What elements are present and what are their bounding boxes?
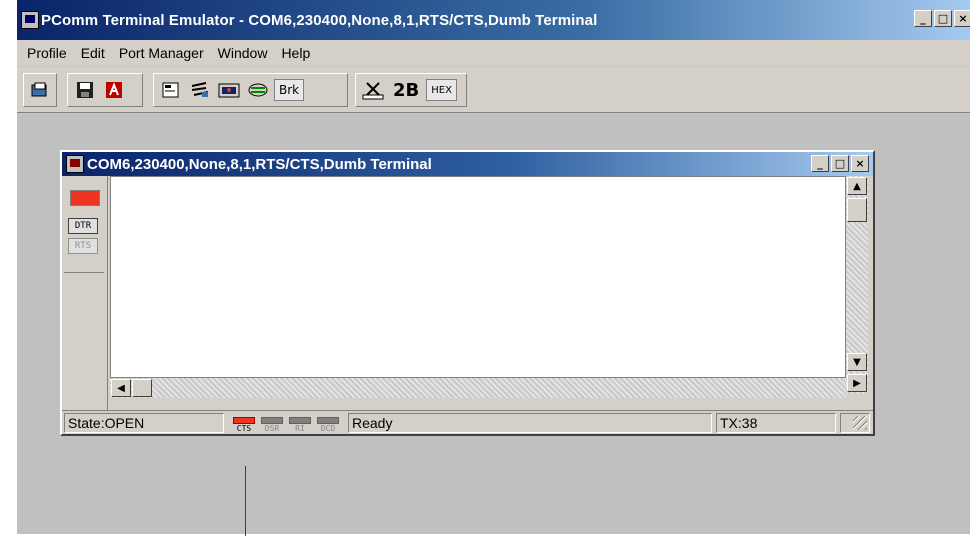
connection-led xyxy=(70,190,100,206)
exit-icon[interactable] xyxy=(101,77,127,103)
minimize-button[interactable]: _ xyxy=(914,10,932,27)
session-window-controls: _ □ × xyxy=(811,155,869,172)
transfer-icon[interactable] xyxy=(187,77,213,103)
session-minimize-button[interactable]: _ xyxy=(811,155,829,172)
capture-icon[interactable] xyxy=(216,77,242,103)
close-button[interactable]: × xyxy=(954,10,970,27)
horizontal-scrollbar[interactable]: ◀ xyxy=(110,378,846,398)
toolbar-group-4: 2B HEX xyxy=(355,73,467,107)
vertical-scroll-thumb[interactable] xyxy=(847,198,867,222)
app-titlebar[interactable]: PComm Terminal Emulator - COM6,230400,No… xyxy=(17,0,970,40)
menu-profile[interactable]: Profile xyxy=(27,45,67,61)
toolbar: Brk 2B HEX xyxy=(17,67,970,113)
app-window-controls: _ □ × xyxy=(914,10,970,27)
pcomm-app-window: PComm Terminal Emulator - COM6,230400,No… xyxy=(15,0,970,536)
menu-help[interactable]: Help xyxy=(281,45,310,61)
status-bar: State:OPEN CTS DSR RI DCD Ready TX:38 xyxy=(62,410,873,434)
menu-bar: Profile Edit Port Manager Window Help xyxy=(17,40,970,66)
hex-button[interactable]: HEX xyxy=(426,79,457,101)
maximize-button[interactable]: □ xyxy=(934,10,952,27)
ruler-icon[interactable] xyxy=(360,77,386,103)
break-button[interactable]: Brk xyxy=(274,79,305,101)
dcd-lamp: DCD xyxy=(316,417,340,435)
scroll-right-button[interactable]: ▶ xyxy=(847,374,867,392)
signal-panel: DTR RTS xyxy=(62,176,108,410)
toolbar-group-3: Brk xyxy=(153,73,348,107)
menu-window[interactable]: Window xyxy=(218,45,268,61)
divider-line xyxy=(245,466,246,536)
vertical-scrollbar[interactable]: ▲ ▼ ▶ xyxy=(846,176,868,394)
menu-port-manager[interactable]: Port Manager xyxy=(119,45,204,61)
macro-icon[interactable] xyxy=(245,77,271,103)
signal-panel-divider xyxy=(64,272,104,273)
ri-lamp: RI xyxy=(288,417,312,435)
app-title: PComm Terminal Emulator - COM6,230400,No… xyxy=(41,11,598,29)
cts-lamp: CTS xyxy=(232,417,256,435)
rts-toggle[interactable]: RTS xyxy=(68,238,98,254)
terminal-area[interactable] xyxy=(110,176,846,378)
tx-counter: TX:38 xyxy=(716,413,836,433)
two-byte-button[interactable]: 2B xyxy=(389,77,423,103)
open-icon[interactable] xyxy=(28,77,52,103)
dsr-lamp: DSR xyxy=(260,417,284,435)
toolbar-group-1 xyxy=(23,73,57,107)
cts-label: CTS xyxy=(236,424,252,433)
menu-edit[interactable]: Edit xyxy=(81,45,105,61)
ri-label: RI xyxy=(295,424,305,433)
properties-icon[interactable] xyxy=(158,77,184,103)
horizontal-scroll-thumb[interactable] xyxy=(132,379,152,397)
scroll-up-button[interactable]: ▲ xyxy=(847,177,867,195)
dtr-toggle[interactable]: DTR xyxy=(68,218,98,234)
app-icon xyxy=(21,11,39,29)
resize-area xyxy=(840,413,870,433)
session-title: COM6,230400,None,8,1,RTS/CTS,Dumb Termin… xyxy=(87,155,432,173)
dsr-label: DSR xyxy=(264,424,280,433)
connection-state: State:OPEN xyxy=(64,413,224,433)
scroll-left-button[interactable]: ◀ xyxy=(111,379,131,397)
mdi-workspace: COM6,230400,None,8,1,RTS/CTS,Dumb Termin… xyxy=(17,114,970,536)
session-maximize-button[interactable]: □ xyxy=(831,155,849,172)
scroll-down-button[interactable]: ▼ xyxy=(847,353,867,371)
status-message: Ready xyxy=(348,413,712,433)
resize-grip[interactable] xyxy=(853,416,867,430)
toolbar-group-2 xyxy=(67,73,143,107)
session-icon xyxy=(66,155,84,173)
session-titlebar[interactable]: COM6,230400,None,8,1,RTS/CTS,Dumb Termin… xyxy=(62,152,873,176)
save-icon[interactable] xyxy=(72,77,98,103)
session-window[interactable]: COM6,230400,None,8,1,RTS/CTS,Dumb Termin… xyxy=(60,150,875,436)
session-close-button[interactable]: × xyxy=(851,155,869,172)
dcd-label: DCD xyxy=(320,424,336,433)
